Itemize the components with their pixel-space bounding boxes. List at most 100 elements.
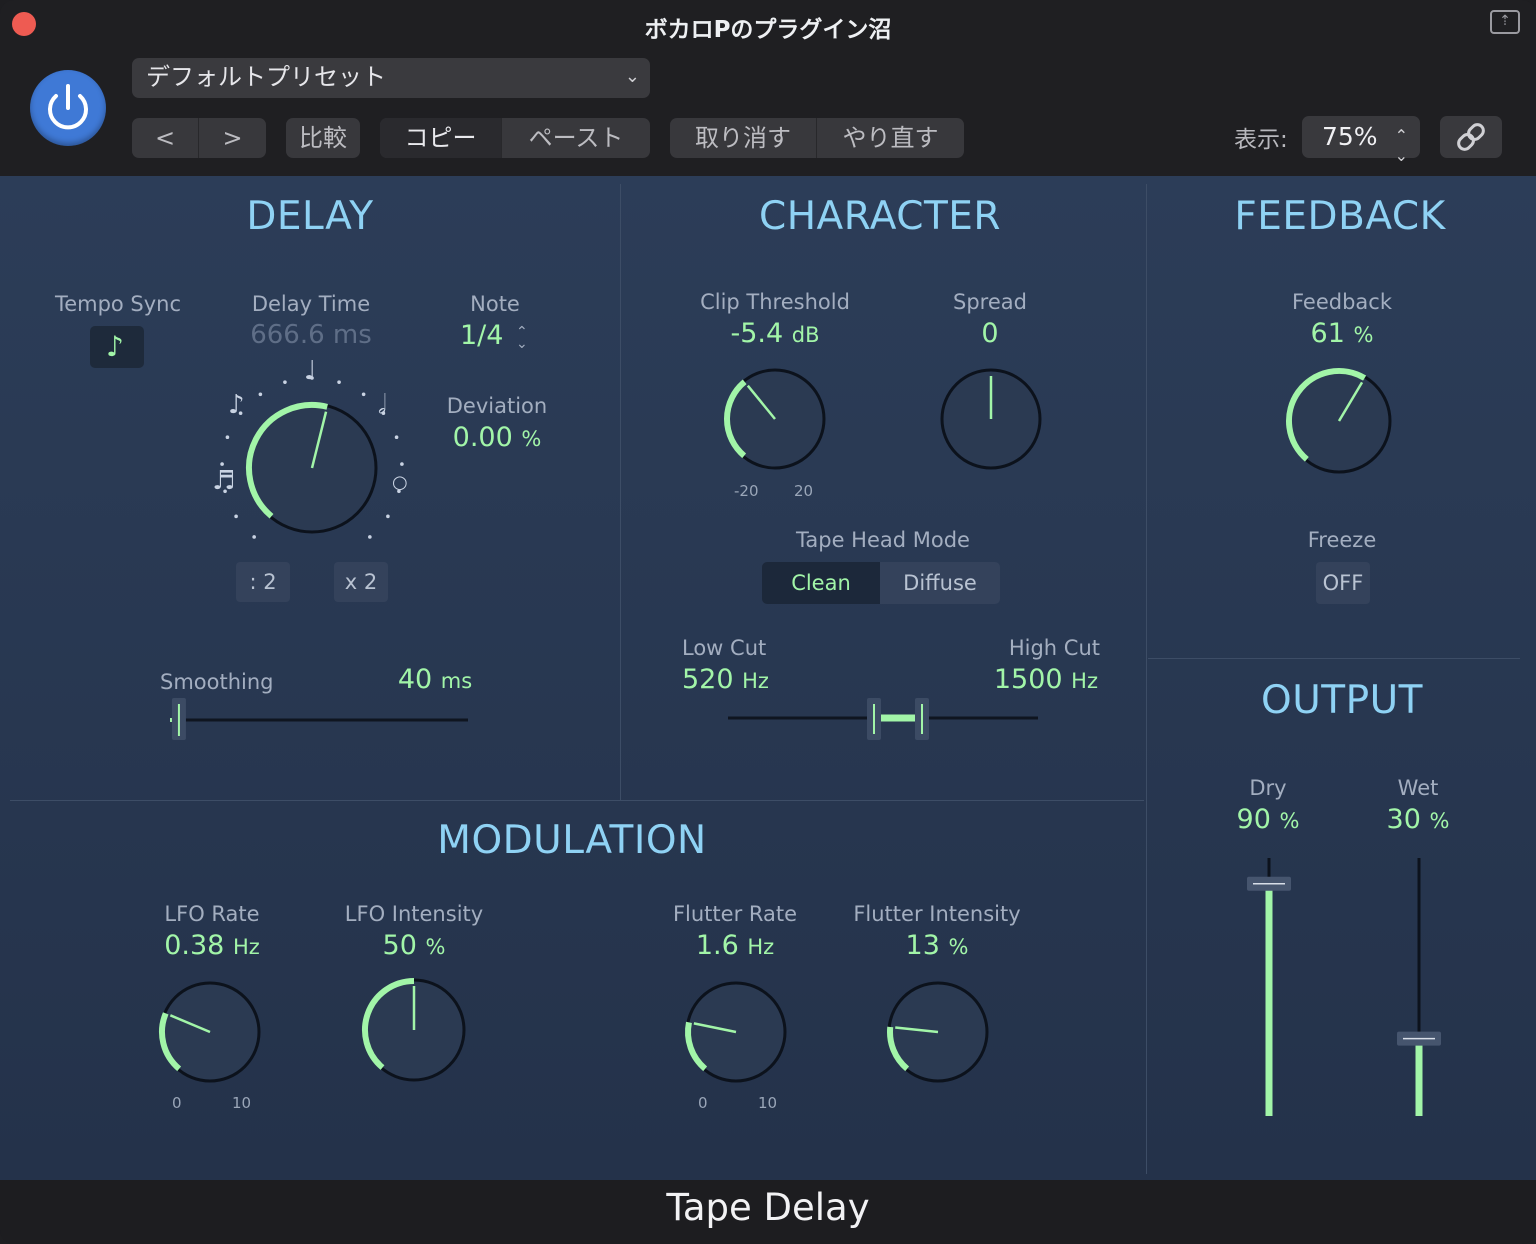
flutter-intensity-number: 13 <box>905 930 940 961</box>
tape-head-mode-label: Tape Head Mode <box>796 528 970 552</box>
scale-dot <box>258 392 263 397</box>
preset-selector[interactable]: デフォルトプリセット ⌄ <box>132 58 650 98</box>
power-icon <box>48 84 88 130</box>
flutter-intensity-knob[interactable] <box>886 980 990 1084</box>
zoom-value: 75% <box>1322 122 1378 151</box>
modulation-section-title: MODULATION <box>437 818 707 863</box>
lfo-intensity-number: 50 <box>382 930 417 961</box>
smoothing-value: 40 ms <box>380 664 490 695</box>
scale-dot <box>400 462 404 466</box>
detach-window-icon[interactable]: ⇡ <box>1490 10 1520 34</box>
scale-dot <box>283 380 287 384</box>
dry-value: 90 % <box>1218 804 1318 835</box>
lfo-rate-min: 0 <box>172 1094 182 1112</box>
flutter-rate-unit: Hz <box>747 935 775 959</box>
flutter-intensity-label: Flutter Intensity <box>853 902 1021 926</box>
lfo-intensity-knob[interactable] <box>362 978 466 1082</box>
flutter-rate-min: 0 <box>698 1094 708 1112</box>
wet-number: 30 <box>1386 804 1421 835</box>
eighth-note-icon: ♪ <box>228 390 245 420</box>
plugin-panel: DELAY Tempo Sync ♪ Delay Time 666.6 ms N… <box>0 176 1536 1180</box>
flutter-rate-number: 1.6 <box>695 930 739 961</box>
copy-button[interactable]: コピー <box>380 118 502 158</box>
zoom-selector[interactable]: 75% ⌃ ⌄ <box>1302 116 1420 165</box>
divider <box>10 800 1144 801</box>
clip-threshold-value: -5.4 dB <box>680 318 870 349</box>
clip-threshold-min: -20 <box>734 482 759 500</box>
sixteenth-note-icon: ♬ <box>212 466 236 496</box>
lfo-rate-knob[interactable] <box>158 980 262 1084</box>
previous-preset-button[interactable]: < <box>132 118 199 158</box>
plugin-window: ボカロPのプラグイン沼 ⇡ デフォルトプリセット ⌄ < > 比較 コピー ペー… <box>0 0 1536 1244</box>
plugin-name: Tape Delay <box>666 1186 870 1229</box>
halve-time-button[interactable]: : 2 <box>236 562 290 602</box>
wet-label: Wet <box>1397 776 1439 800</box>
next-preset-button[interactable]: > <box>199 118 266 158</box>
flutter-rate-label: Flutter Rate <box>672 902 798 926</box>
flutter-rate-knob[interactable] <box>684 980 788 1084</box>
flutter-intensity-value: 13 % <box>846 930 1028 961</box>
freeze-label: Freeze <box>1307 528 1377 552</box>
whole-note-icon: ○ <box>392 472 408 493</box>
freeze-button[interactable]: OFF <box>1316 562 1370 604</box>
dry-fader[interactable] <box>1244 852 1294 1122</box>
divider <box>1146 184 1147 1174</box>
redo-button[interactable]: やり直す <box>817 118 964 158</box>
dry-number: 90 <box>1236 804 1271 835</box>
undo-button[interactable]: 取り消す <box>670 118 817 158</box>
lfo-rate-label: LFO Rate <box>164 902 260 926</box>
tape-head-mode-segmented: Clean Diffuse <box>762 562 1000 604</box>
low-cut-label: Low Cut <box>682 636 767 660</box>
link-button[interactable] <box>1440 116 1502 158</box>
low-cut-value: 520 Hz <box>682 664 769 695</box>
lfo-rate-number: 0.38 <box>164 930 225 961</box>
mode-clean-button[interactable]: Clean <box>762 562 880 604</box>
double-time-button[interactable]: x 2 <box>334 562 388 602</box>
high-cut-label: High Cut <box>1008 636 1100 660</box>
flutter-rate-max: 10 <box>758 1094 778 1112</box>
paste-button[interactable]: ペースト <box>502 118 650 158</box>
low-cut-number: 520 <box>682 664 734 695</box>
feedback-knob[interactable] <box>1286 368 1392 474</box>
scale-dot <box>368 535 372 539</box>
spread-value: 0 <box>981 318 999 349</box>
flutter-rate-value: 1.6 Hz <box>664 930 806 961</box>
preset-name: デフォルトプリセット <box>146 63 386 91</box>
clip-threshold-unit: dB <box>791 323 820 347</box>
view-label: 表示: <box>1234 127 1288 153</box>
compare-button[interactable]: 比較 <box>286 118 360 158</box>
feedback-label: Feedback <box>1291 290 1392 314</box>
high-cut-number: 1500 <box>993 664 1063 695</box>
high-cut-unit: Hz <box>1071 669 1098 693</box>
scale-dot <box>386 514 390 519</box>
clip-threshold-knob[interactable] <box>724 368 826 470</box>
power-button[interactable] <box>30 70 106 146</box>
divider <box>1148 658 1520 659</box>
output-section-title: OUTPUT <box>1261 678 1423 723</box>
header-bar: ボカロPのプラグイン沼 ⇡ デフォルトプリセット ⌄ < > 比較 コピー ペー… <box>0 0 1536 176</box>
dry-unit: % <box>1279 809 1300 833</box>
divider <box>620 184 621 800</box>
copy-paste-group: コピー ペースト <box>380 118 650 158</box>
lfo-rate-value: 0.38 Hz <box>130 930 294 961</box>
cut-range-slider[interactable] <box>726 696 1042 744</box>
scale-dot <box>361 392 366 397</box>
scale-dot <box>234 514 238 519</box>
chevron-down-icon: ⌄ <box>624 66 640 87</box>
half-note-icon: 𝅗𝅥 <box>378 390 387 420</box>
feedback-number: 61 <box>1310 318 1345 349</box>
feedback-value: 61 % <box>1260 318 1424 349</box>
compare-group: 比較 <box>286 118 360 158</box>
smoothing-number: 40 <box>397 664 433 695</box>
smoothing-unit: ms <box>440 669 473 693</box>
spread-label: Spread <box>953 290 1027 314</box>
wet-fader[interactable] <box>1394 852 1444 1122</box>
lfo-rate-max: 10 <box>232 1094 252 1112</box>
smoothing-label: Smoothing <box>160 670 274 694</box>
up-down-chevron-icon: ⌃ ⌄ <box>1394 126 1408 165</box>
smoothing-slider[interactable] <box>160 696 480 746</box>
character-section-title: CHARACTER <box>758 194 1002 239</box>
mode-diffuse-button[interactable]: Diffuse <box>880 562 1000 604</box>
window-title: ボカロPのプラグイン沼 <box>644 17 892 43</box>
spread-knob[interactable] <box>940 368 1042 470</box>
